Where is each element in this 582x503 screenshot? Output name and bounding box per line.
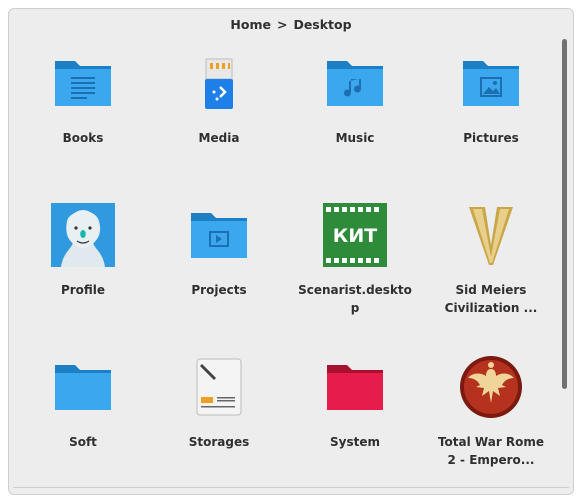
breadcrumb-home[interactable]: Home: [230, 17, 271, 32]
breadcrumb: Home > Desktop: [9, 17, 573, 32]
folder-icon: [51, 355, 115, 419]
folder-music-icon: [323, 51, 387, 115]
item-label: Sid Meiers Civilization ...: [444, 283, 538, 315]
kit-logo-text: КИТ: [333, 225, 377, 247]
usb-drive-icon: [187, 51, 251, 115]
item-label: Total War Rome 2 - Empero...: [437, 435, 545, 467]
item-label: Scenarist.deskto p: [298, 283, 412, 315]
file-manager-window: Home > Desktop Books Media Music Picture…: [8, 8, 574, 495]
item-label: Storages: [188, 435, 250, 449]
item-label: Media: [198, 131, 240, 145]
folder-pictures-icon: [459, 51, 523, 115]
vertical-scrollbar[interactable]: [562, 39, 567, 389]
item-label: Projects: [191, 283, 247, 297]
item-label: Books: [62, 131, 104, 145]
folder-documents-icon: [51, 51, 115, 115]
user-avatar-icon: [51, 203, 115, 267]
rome-eagle-emblem-icon: [459, 355, 523, 419]
item-label: System: [330, 435, 380, 449]
breadcrumb-separator: >: [276, 17, 288, 32]
folder-system-red-icon: [323, 355, 387, 419]
folder-videos-icon: [187, 203, 251, 267]
item-label: Soft: [69, 435, 97, 449]
item-label: Music: [335, 131, 375, 145]
civilization-v-icon: [459, 203, 523, 267]
kit-app-icon: КИТ: [323, 203, 387, 267]
item-label: Pictures: [463, 131, 519, 145]
disk-storage-icon: [187, 355, 251, 419]
item-label: Profile: [60, 283, 106, 297]
breadcrumb-current[interactable]: Desktop: [293, 17, 351, 32]
bottom-divider: [13, 487, 569, 488]
